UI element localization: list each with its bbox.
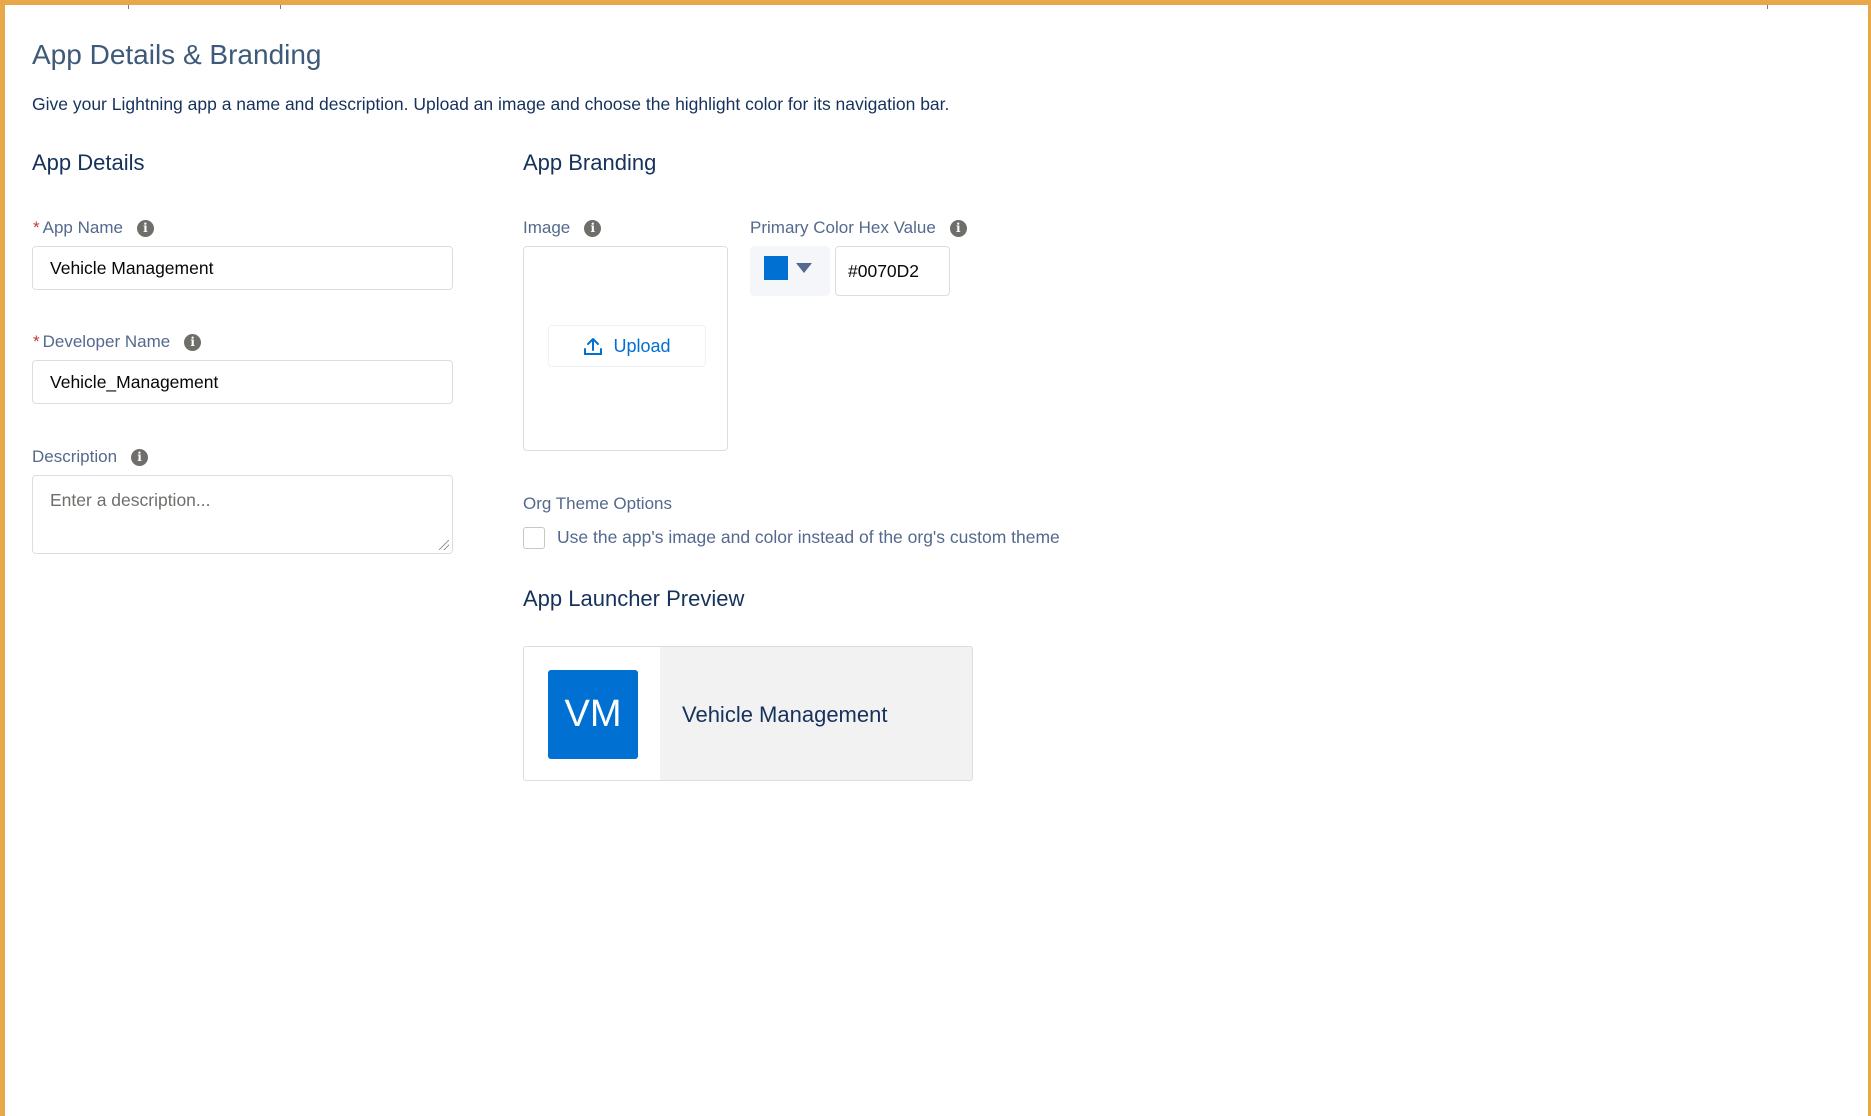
upload-icon	[584, 338, 603, 355]
upload-button[interactable]: Upload	[548, 325, 706, 367]
page-title: App Details & Branding	[32, 39, 322, 70]
app-name-input[interactable]: Vehicle Management	[32, 246, 453, 290]
required-marker: *	[33, 332, 40, 351]
page-description: Give your Lightning app a name and descr…	[32, 94, 950, 114]
app-wizard-frame: App Details & Branding Give your Lightni…	[0, 0, 1871, 1116]
app-name-label: * App Name i	[33, 218, 154, 238]
app-name-label-text: App Name	[42, 218, 123, 237]
org-theme-label: Org Theme Options	[523, 494, 672, 513]
description-textarea[interactable]: Enter a description...	[32, 475, 453, 554]
image-dropzone[interactable]: Upload	[523, 246, 728, 451]
resize-handle-icon[interactable]	[439, 540, 449, 550]
developer-name-input[interactable]: Vehicle_Management	[32, 360, 453, 404]
primary-color-label-text: Primary Color Hex Value	[750, 218, 936, 237]
image-label: Image i	[523, 218, 602, 238]
color-picker-button[interactable]	[750, 246, 830, 296]
info-icon[interactable]: i	[136, 219, 154, 237]
info-icon[interactable]: i	[949, 219, 967, 237]
image-label-text: Image	[523, 218, 571, 237]
preview-app-name: Vehicle Management	[682, 702, 888, 727]
preview-tile-area: VM	[524, 647, 660, 780]
info-icon[interactable]: i	[184, 333, 202, 351]
app-launcher-preview-heading: App Launcher Preview	[523, 586, 745, 611]
primary-color-label: Primary Color Hex Value i	[750, 218, 967, 238]
app-branding-heading: App Branding	[523, 150, 657, 175]
app-details-heading: App Details	[32, 150, 145, 175]
app-initials-tile: VM	[548, 670, 638, 759]
org-theme-checkbox-label[interactable]: Use the app's image and color instead of…	[557, 527, 1060, 548]
caret-down-icon	[796, 263, 812, 273]
description-placeholder: Enter a description...	[50, 490, 211, 510]
info-icon[interactable]: i	[131, 448, 149, 466]
description-label: Description i	[32, 447, 149, 467]
developer-name-label: * Developer Name i	[33, 332, 202, 352]
org-theme-checkbox[interactable]	[523, 527, 545, 549]
info-icon[interactable]: i	[584, 219, 602, 237]
color-swatch	[764, 256, 788, 280]
required-marker: *	[33, 218, 40, 237]
upload-button-label: Upload	[613, 335, 671, 356]
description-label-text: Description	[32, 447, 118, 466]
tab-strip	[10, 5, 1870, 9]
developer-name-label-text: Developer Name	[42, 332, 171, 351]
app-launcher-preview-card: VM Vehicle Management	[523, 646, 973, 781]
primary-color-hex-input[interactable]: #0070D2	[835, 246, 950, 296]
